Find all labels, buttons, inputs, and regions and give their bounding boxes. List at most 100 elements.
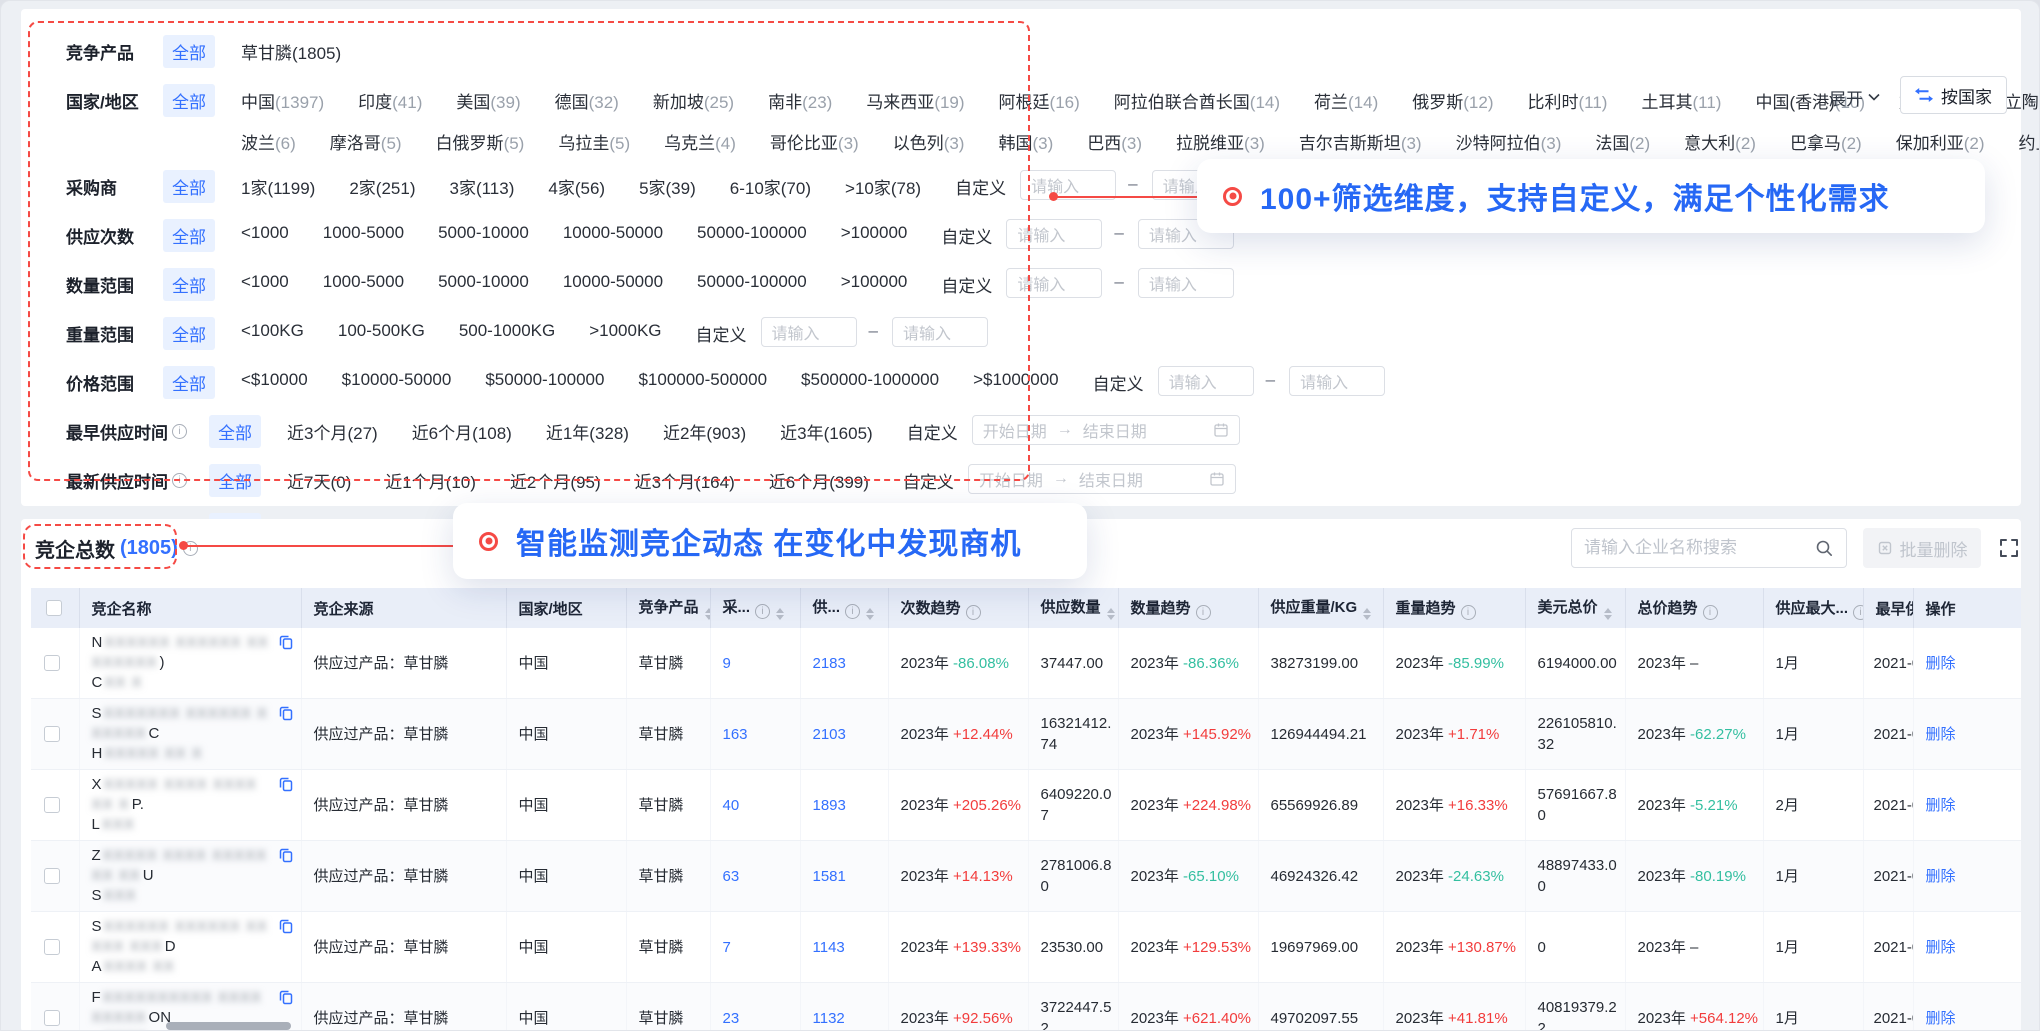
filter-option[interactable]: 哥伦比亚(3) xyxy=(770,129,859,154)
filter-option[interactable]: 3家(113) xyxy=(449,174,514,199)
copy-icon[interactable] xyxy=(278,776,294,792)
filter-option[interactable]: >10家(78) xyxy=(845,174,921,199)
filter-option[interactable]: 近3个月(27) xyxy=(287,419,378,444)
cell-buyers-link[interactable]: 23 xyxy=(710,983,800,1031)
row-checkbox[interactable] xyxy=(44,868,60,884)
copy-icon[interactable] xyxy=(278,705,294,721)
filter-option[interactable]: 近1年(328) xyxy=(546,419,629,444)
range-input[interactable]: 请输入 xyxy=(1006,219,1102,249)
cell-supply-count-link[interactable]: 2103 xyxy=(800,699,888,770)
filter-option[interactable]: 10000-50000 xyxy=(563,272,663,292)
filter-option[interactable]: 巴拿马(2) xyxy=(1790,129,1862,154)
filter-option[interactable]: <$10000 xyxy=(241,370,308,390)
filter-option[interactable]: 立陶宛(7) xyxy=(2005,88,2040,113)
date-range-input[interactable]: 开始日期→结束日期 xyxy=(972,415,1240,445)
filter-option[interactable]: 美国(39) xyxy=(456,88,520,113)
row-checkbox[interactable] xyxy=(44,1010,60,1026)
filter-option[interactable]: 阿根廷(16) xyxy=(999,88,1080,113)
custom-option[interactable]: 自定义 xyxy=(1093,366,1144,395)
range-input[interactable]: 请输入 xyxy=(1138,268,1234,298)
filter-all-chip[interactable]: 全部 xyxy=(163,268,215,301)
filter-option[interactable]: 近3年(1605) xyxy=(780,419,873,444)
filter-option[interactable]: 意大利(2) xyxy=(1684,129,1756,154)
cell-supply-count-link[interactable]: 1893 xyxy=(800,770,888,841)
filter-option[interactable]: 白俄罗斯(5) xyxy=(436,129,525,154)
filter-option[interactable]: 德国(32) xyxy=(555,88,619,113)
filter-all-chip[interactable]: 全部 xyxy=(163,219,215,252)
filter-option[interactable]: 近7天(0) xyxy=(287,468,351,493)
row-checkbox[interactable] xyxy=(44,726,60,742)
filter-option[interactable]: $100000-500000 xyxy=(638,370,767,390)
filter-all-chip[interactable]: 全部 xyxy=(209,415,261,448)
filter-all-chip[interactable]: 全部 xyxy=(163,170,215,203)
filter-option[interactable]: 50000-100000 xyxy=(697,223,807,243)
filter-option[interactable]: 1家(1199) xyxy=(241,174,315,199)
delete-link[interactable]: 删除 xyxy=(1926,1010,1956,1027)
date-range-input[interactable]: 开始日期→结束日期 xyxy=(968,464,1236,494)
delete-link[interactable]: 删除 xyxy=(1926,797,1956,814)
filter-option[interactable]: 约旦(2) xyxy=(2019,129,2040,154)
expand-toggle[interactable]: 展开 xyxy=(1829,81,1880,110)
filter-all-chip[interactable]: 全部 xyxy=(163,84,215,117)
filter-option[interactable]: 500-1000KG xyxy=(459,321,555,341)
filter-option[interactable]: 俄罗斯(12) xyxy=(1412,88,1493,113)
filter-option[interactable]: 巴西(3) xyxy=(1087,129,1142,154)
group-by-country-button[interactable]: 按国家 xyxy=(1900,76,2007,114)
sort-icon[interactable] xyxy=(866,608,874,620)
horizontal-scrollbar-thumb[interactable] xyxy=(166,1022,291,1030)
custom-option[interactable]: 自定义 xyxy=(696,317,747,346)
range-input[interactable]: 请输入 xyxy=(1158,366,1254,396)
filter-option[interactable]: 荷兰(14) xyxy=(1314,88,1378,113)
sort-icon[interactable] xyxy=(1363,608,1371,620)
filter-option[interactable]: 波兰(6) xyxy=(241,129,296,154)
filter-option[interactable]: 新加坡(25) xyxy=(653,88,734,113)
filter-option[interactable]: <100KG xyxy=(241,321,304,341)
cell-buyers-link[interactable]: 9 xyxy=(710,628,800,699)
delete-link[interactable]: 删除 xyxy=(1926,655,1956,672)
cell-buyers-link[interactable]: 63 xyxy=(710,841,800,912)
filter-option[interactable]: 10000-50000 xyxy=(563,223,663,243)
filter-option[interactable]: >100000 xyxy=(841,272,908,292)
col-header-product[interactable]: 竞争产品 xyxy=(626,588,710,628)
cell-supply-count-link[interactable]: 1132 xyxy=(800,983,888,1031)
filter-all-chip[interactable]: 全部 xyxy=(209,464,261,497)
filter-option[interactable]: $10000-50000 xyxy=(342,370,452,390)
filter-option[interactable]: 近2年(903) xyxy=(663,419,746,444)
filter-all-chip[interactable]: 全部 xyxy=(163,366,215,399)
filter-option[interactable]: 5家(39) xyxy=(639,174,696,199)
filter-option[interactable]: 法国(2) xyxy=(1595,129,1650,154)
delete-link[interactable]: 删除 xyxy=(1926,868,1956,885)
cell-supply-count-link[interactable]: 2183 xyxy=(800,628,888,699)
cell-buyers-link[interactable]: 163 xyxy=(710,699,800,770)
filter-option[interactable]: 近6个月(108) xyxy=(412,419,512,444)
filter-all-chip[interactable]: 全部 xyxy=(163,317,215,350)
cell-supply-count-link[interactable]: 1143 xyxy=(800,912,888,983)
filter-option[interactable]: >100000 xyxy=(841,223,908,243)
filter-option[interactable]: 阿拉伯联合酋长国(14) xyxy=(1114,88,1280,113)
col-header-usd-total[interactable]: 美元总价 xyxy=(1525,588,1625,628)
batch-delete-button[interactable]: 批量删除 xyxy=(1863,528,1981,568)
custom-option[interactable]: 自定义 xyxy=(955,170,1006,199)
filter-option[interactable]: 5000-10000 xyxy=(438,272,529,292)
filter-option[interactable]: 南非(23) xyxy=(768,88,832,113)
filter-option[interactable]: 5000-10000 xyxy=(438,223,529,243)
filter-option[interactable]: >$1000000 xyxy=(973,370,1059,390)
row-checkbox[interactable] xyxy=(44,797,60,813)
col-header-supply-qty[interactable]: 供应数量 xyxy=(1028,588,1118,628)
filter-option[interactable]: 乌拉圭(5) xyxy=(558,129,630,154)
cell-buyers-link[interactable]: 40 xyxy=(710,770,800,841)
search-icon[interactable] xyxy=(1814,538,1834,558)
select-all-checkbox[interactable] xyxy=(46,600,62,616)
row-checkbox[interactable] xyxy=(44,655,60,671)
copy-icon[interactable] xyxy=(278,847,294,863)
copy-icon[interactable] xyxy=(278,634,294,650)
filter-option[interactable]: 保加利亚(2) xyxy=(1896,129,1985,154)
custom-option[interactable]: 自定义 xyxy=(903,464,954,493)
custom-option[interactable]: 自定义 xyxy=(941,219,992,248)
filter-option[interactable]: $500000-1000000 xyxy=(801,370,939,390)
filter-option[interactable]: 近1个月(10) xyxy=(385,468,476,493)
filter-option[interactable]: 4家(56) xyxy=(548,174,605,199)
filter-option[interactable]: 土耳其(11) xyxy=(1641,88,1721,113)
col-header-weight[interactable]: 供应重量/KG xyxy=(1258,588,1383,628)
filter-option[interactable]: 近2个月(95) xyxy=(510,468,601,493)
